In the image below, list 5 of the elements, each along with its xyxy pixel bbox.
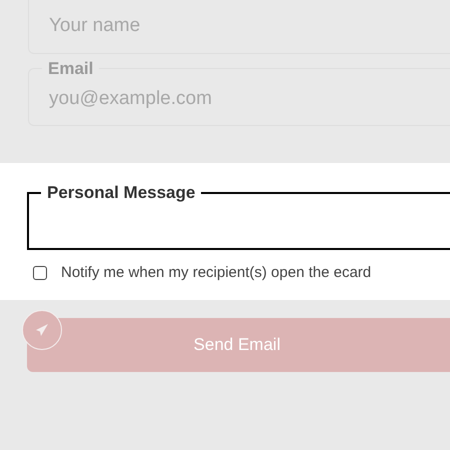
paper-plane-icon xyxy=(22,310,62,350)
field-label: Personal Message xyxy=(46,182,196,204)
notify-checkbox[interactable] xyxy=(33,266,47,280)
name-field[interactable]: Your name xyxy=(28,0,450,54)
notify-label: Notify me when my recipient(s) open the ecard xyxy=(61,263,372,283)
